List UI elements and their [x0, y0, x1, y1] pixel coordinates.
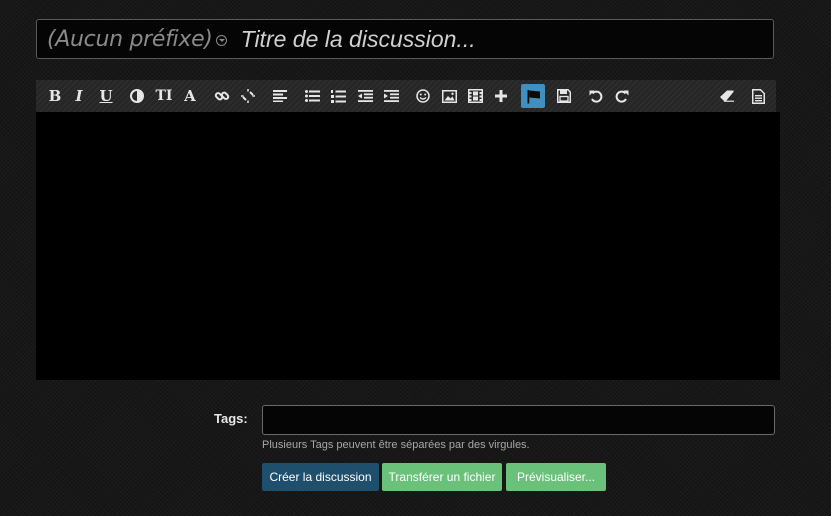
flag-icon[interactable]	[521, 84, 545, 108]
smiley-icon[interactable]	[412, 85, 434, 107]
link-icon[interactable]	[211, 85, 233, 107]
numbered-list-icon[interactable]	[327, 85, 349, 107]
document-icon[interactable]	[747, 85, 769, 107]
media-icon[interactable]	[464, 85, 486, 107]
eraser-icon[interactable]	[716, 85, 738, 107]
image-icon[interactable]	[438, 85, 460, 107]
tags-input[interactable]	[262, 405, 775, 435]
align-icon[interactable]	[269, 85, 291, 107]
undo-icon[interactable]	[585, 85, 607, 107]
thread-title-bar: (Aucun préfixe)	[36, 19, 774, 59]
prefix-selector[interactable]: (Aucun préfixe)	[47, 27, 227, 52]
plus-icon[interactable]	[490, 85, 512, 107]
upload-file-button[interactable]: Transférer un fichier	[382, 463, 502, 491]
save-icon[interactable]	[553, 85, 575, 107]
bullet-list-icon[interactable]	[301, 85, 323, 107]
rich-text-editor: B I U TI A	[36, 80, 780, 380]
italic-icon[interactable]: I	[68, 85, 90, 107]
underline-icon[interactable]: U	[95, 85, 117, 107]
tags-label: Tags:	[214, 411, 248, 426]
prefix-label: (Aucun préfixe)	[47, 26, 213, 52]
indent-icon[interactable]	[380, 85, 402, 107]
editor-toolbar: B I U TI A	[36, 80, 776, 112]
outdent-icon[interactable]	[354, 85, 376, 107]
tags-hint: Plusieurs Tags peuvent être séparées par…	[262, 439, 530, 451]
create-thread-button[interactable]: Créer la discussion	[262, 463, 379, 491]
preview-button[interactable]: Prévisualiser...	[506, 463, 606, 491]
message-editor[interactable]	[36, 112, 780, 380]
unlink-icon[interactable]	[237, 85, 259, 107]
font-size-icon[interactable]: TI	[153, 85, 175, 107]
font-icon[interactable]: A	[179, 85, 201, 107]
redo-icon[interactable]	[611, 85, 633, 107]
chevron-down-icon	[215, 35, 227, 46]
thread-title-input[interactable]	[238, 21, 773, 57]
color-icon[interactable]	[126, 85, 148, 107]
bold-icon[interactable]: B	[44, 85, 66, 107]
